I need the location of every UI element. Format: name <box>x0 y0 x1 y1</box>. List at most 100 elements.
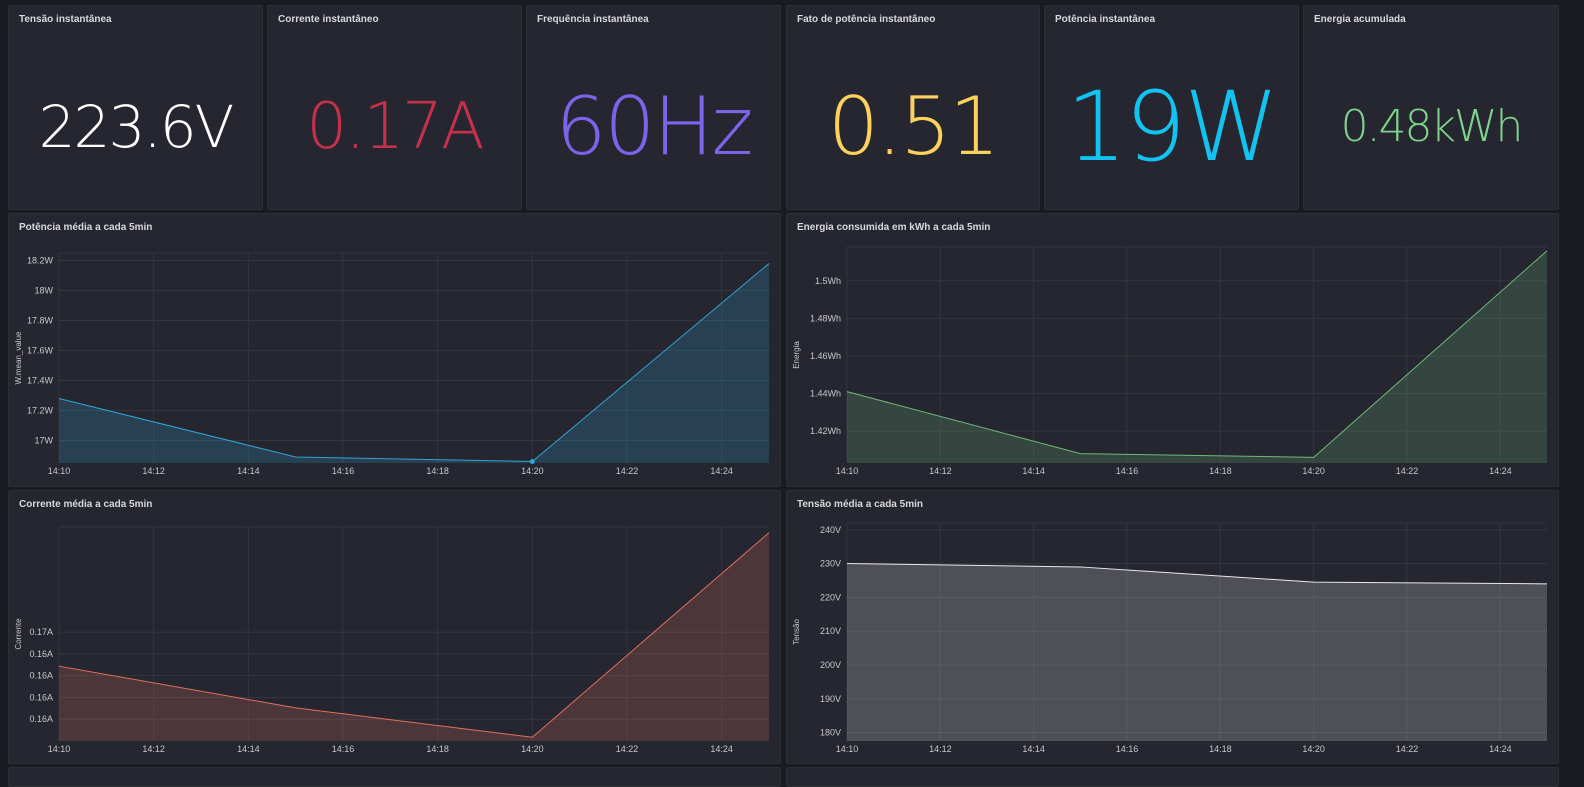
stat-value: 223.6V <box>38 92 235 161</box>
x-tick-label: 14:18 <box>426 466 449 476</box>
data-point[interactable] <box>845 562 849 566</box>
y-tick-label: 17.6W <box>27 346 54 356</box>
panel-bottom-right <box>786 767 1559 787</box>
y-tick-label: 17W <box>34 436 53 446</box>
stat-value: 0.48kWh <box>1340 101 1524 152</box>
panel-title: Tensão instantânea <box>19 14 112 25</box>
x-tick-label: 14:20 <box>1302 744 1325 754</box>
stat-value: 60Hz <box>555 80 754 173</box>
y-tick-label: 240V <box>820 525 841 535</box>
y-tick-label: 1.46Wh <box>810 351 841 361</box>
y-tick-label: 18.2W <box>27 256 54 266</box>
y-tick-label: 17.8W <box>27 316 54 326</box>
data-point[interactable] <box>1312 580 1316 584</box>
y-tick-label: 1.5Wh <box>815 276 841 286</box>
panel-title: Energia acumulada <box>1314 14 1406 25</box>
data-point[interactable] <box>529 459 535 464</box>
chart-panel-energia[interactable]: Energia consumida em kWh a cada 5min 1.4… <box>786 213 1559 487</box>
panel-title: Fato de potência instantâneo <box>797 14 936 25</box>
x-tick-label: 14:12 <box>929 466 952 476</box>
stat-panel-fator-potencia[interactable]: Fato de potência instantâneo 0.51 <box>786 5 1040 210</box>
y-tick-label: 200V <box>820 660 841 670</box>
x-tick-label: 14:22 <box>616 744 639 754</box>
series-area <box>59 532 769 741</box>
x-tick-label: 14:16 <box>1116 744 1139 754</box>
data-point[interactable] <box>530 735 534 739</box>
y-tick-label: 0.16A <box>29 714 53 724</box>
x-tick-label: 14:14 <box>1022 744 1045 754</box>
y-tick-label: 0.16A <box>29 671 53 681</box>
series-area <box>59 263 769 463</box>
x-tick-label: 14:24 <box>1489 744 1512 754</box>
y-tick-label: 17.2W <box>27 406 54 416</box>
stat-panel-frequencia[interactable]: Frequência instantânea 60Hz <box>526 5 781 210</box>
x-tick-label: 14:18 <box>1209 744 1232 754</box>
panel-title: Frequência instantânea <box>537 14 649 25</box>
x-tick-label: 14:14 <box>237 466 260 476</box>
chart-panel-potencia[interactable]: Potência média a cada 5min 17W 17.2W 17.4W… <box>8 213 781 487</box>
data-point[interactable] <box>57 664 61 668</box>
y-tick-label: 0.17A <box>29 627 53 637</box>
y-tick-label: 1.44Wh <box>810 389 841 399</box>
stat-value: 19W <box>1065 70 1279 183</box>
data-point[interactable] <box>767 262 771 266</box>
data-point[interactable] <box>294 706 298 710</box>
stat-panel-tensao[interactable]: Tensão instantânea 223.6V <box>8 5 263 210</box>
x-tick-label: 14:10 <box>836 466 859 476</box>
data-point[interactable] <box>1078 452 1082 456</box>
panel-bottom-left <box>8 767 781 787</box>
y-tick-label: 190V <box>820 694 841 704</box>
x-tick-label: 14:18 <box>426 744 449 754</box>
chart-svg: 0.16A 0.16A 0.16A 0.16A 0.17A 14:10 14:12 14:14… <box>14 526 771 754</box>
y-tick-label: 0.16A <box>29 649 53 659</box>
y-axis-label: W.mean_value <box>14 331 23 384</box>
y-tick-label: 220V <box>820 592 841 602</box>
stat-value: 0.17A <box>306 89 484 164</box>
stat-panel-potencia[interactable]: Potência instantânea 19W <box>1044 5 1299 210</box>
data-point[interactable] <box>1312 455 1316 459</box>
x-tick-label: 14:24 <box>710 466 733 476</box>
y-tick-label: 18W <box>34 286 53 296</box>
x-tick-label: 14:14 <box>237 744 260 754</box>
x-tick-label: 14:22 <box>616 466 639 476</box>
data-point[interactable] <box>294 455 298 459</box>
panel-title: Corrente instantâneo <box>278 14 379 25</box>
x-tick-label: 14:20 <box>1302 466 1325 476</box>
data-point[interactable] <box>1078 565 1082 569</box>
y-axis-label: Corrente <box>14 618 23 650</box>
stat-panel-corrente[interactable]: Corrente instantâneo 0.17A <box>267 5 522 210</box>
x-tick-label: 14:18 <box>1209 466 1232 476</box>
y-tick-label: 0.16A <box>29 692 53 702</box>
data-point[interactable] <box>57 397 61 401</box>
x-tick-label: 14:12 <box>929 744 952 754</box>
panel-title: Potência instantânea <box>1055 14 1156 25</box>
y-tick-label: 180V <box>820 728 841 738</box>
data-point[interactable] <box>845 390 849 394</box>
x-tick-label: 14:12 <box>142 744 165 754</box>
x-tick-label: 14:16 <box>332 744 355 754</box>
x-tick-label: 14:16 <box>1116 466 1139 476</box>
chart-panel-corrente[interactable]: Corrente média a cada 5min 0.16A 0.16A 0.1… <box>8 490 781 764</box>
x-tick-label: 14:10 <box>48 744 71 754</box>
y-axis-label: Energia <box>792 341 801 369</box>
x-tick-label: 14:10 <box>48 466 71 476</box>
data-point[interactable] <box>1545 582 1549 586</box>
x-tick-label: 14:14 <box>1022 466 1045 476</box>
x-tick-label: 14:12 <box>142 466 165 476</box>
data-point[interactable] <box>1545 249 1549 253</box>
x-tick-label: 14:16 <box>332 466 355 476</box>
data-point[interactable] <box>767 531 771 535</box>
x-tick-label: 14:24 <box>1489 466 1512 476</box>
stat-panel-energia[interactable]: Energia acumulada 0.48kWh <box>1303 5 1559 210</box>
chart-svg: 17W 17.2W 17.4W 17.6W 17.8W 18W 18.2W 14:10 14:1… <box>14 252 771 476</box>
y-axis-label: Tensão <box>792 619 801 645</box>
chart-panel-tensao[interactable]: Tensão média a cada 5min 180V 190V 200V 210… <box>786 490 1559 764</box>
x-tick-label: 14:10 <box>836 744 859 754</box>
y-tick-label: 230V <box>820 559 841 569</box>
x-tick-label: 14:24 <box>710 744 733 754</box>
y-tick-label: 1.48Wh <box>810 313 841 323</box>
x-tick-label: 14:20 <box>521 744 544 754</box>
stat-value: 0.51 <box>827 80 1000 173</box>
x-tick-label: 14:20 <box>521 466 544 476</box>
x-tick-label: 14:22 <box>1396 466 1419 476</box>
